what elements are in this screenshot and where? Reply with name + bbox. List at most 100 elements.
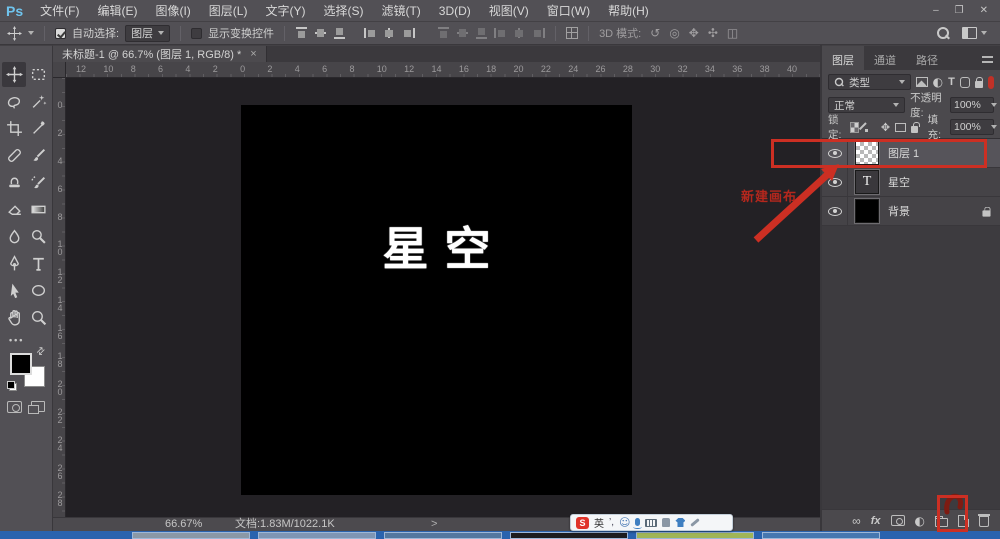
menu-item[interactable]: 文件(F)	[31, 4, 88, 18]
distribute-top-icon[interactable]	[437, 27, 450, 39]
blend-mode-dropdown[interactable]: 正常	[828, 97, 906, 113]
delete-layer-icon[interactable]	[978, 514, 990, 527]
menu-item[interactable]: 文字(Y)	[256, 4, 314, 18]
menu-item[interactable]: 图像(I)	[146, 4, 199, 18]
workspace-switcher[interactable]	[962, 27, 987, 39]
menu-item[interactable]: 编辑(E)	[88, 4, 146, 18]
eraser-tool[interactable]	[2, 197, 26, 222]
distribute-vertical-icon[interactable]	[456, 27, 469, 39]
menu-item[interactable]: 滤镜(T)	[372, 4, 429, 18]
filter-pixel-layers-icon[interactable]	[915, 77, 928, 87]
fill-dropdown[interactable]: 100%	[950, 119, 997, 135]
magic-wand-tool[interactable]	[26, 89, 50, 114]
layer-thumbnail[interactable]	[855, 199, 879, 223]
layer-name[interactable]: 星空	[888, 174, 1000, 190]
tool-preset-chevron[interactable]	[28, 31, 34, 35]
canvas[interactable]: 星空	[241, 105, 632, 495]
3d-mode-icon[interactable]: ✥	[689, 27, 699, 39]
menu-item[interactable]: 图层(L)	[200, 4, 257, 18]
move-tool[interactable]	[2, 62, 26, 87]
close-button[interactable]: ✕	[980, 5, 988, 16]
microphone-icon[interactable]	[633, 517, 643, 529]
align-left-edges-icon[interactable]	[364, 27, 377, 39]
distribute-horizontal-icon[interactable]	[513, 27, 526, 39]
lock-artboard-icon[interactable]	[895, 122, 907, 132]
windows-taskbar[interactable]	[0, 531, 1000, 539]
skin-icon[interactable]	[675, 518, 686, 527]
lock-all-icon[interactable]	[911, 121, 920, 133]
distribute-right-icon[interactable]	[532, 27, 546, 39]
handwriting-icon[interactable]	[662, 518, 671, 527]
gradient-tool[interactable]	[26, 197, 50, 222]
document-tab[interactable]: 未标题-1 @ 66.7% (图层 1, RGB/8) * ×	[53, 46, 267, 62]
soft-keyboard-icon[interactable]	[645, 518, 658, 527]
search-icon[interactable]	[936, 26, 950, 40]
3d-mode-icon[interactable]: ↺	[650, 27, 660, 39]
layer-name[interactable]: 背景	[888, 203, 982, 219]
menu-item[interactable]: 帮助(H)	[599, 4, 658, 18]
eyedropper-tool[interactable]	[26, 116, 50, 141]
blur-tool[interactable]	[2, 224, 26, 249]
align-horizontal-centers-icon[interactable]	[383, 27, 396, 39]
taskbar-thumbnail[interactable]	[132, 531, 250, 539]
add-mask-icon[interactable]	[890, 515, 905, 526]
path-selection-tool[interactable]	[2, 278, 26, 303]
layer-style-icon[interactable]: fx	[871, 515, 881, 527]
lock-image-pixels-icon[interactable]	[864, 121, 876, 133]
layer-thumbnail[interactable]: T	[855, 170, 879, 194]
default-colors-icon[interactable]	[7, 381, 17, 391]
healing-brush-tool[interactable]	[2, 143, 26, 168]
taskbar-thumbnail[interactable]	[384, 531, 502, 539]
align-right-edges-icon[interactable]	[402, 27, 416, 39]
tab-close-icon[interactable]: ×	[250, 48, 256, 60]
pen-tool[interactable]	[2, 251, 26, 276]
marquee-tool[interactable]	[26, 62, 50, 87]
zoom-level[interactable]: 66.67%	[165, 518, 202, 531]
type-tool[interactable]	[26, 251, 50, 276]
screen-mode-icon[interactable]	[28, 401, 45, 414]
distribute-left-icon[interactable]	[494, 27, 507, 39]
toolbar-overflow-dots[interactable]: •••	[0, 330, 52, 347]
layer-row-background[interactable]: 背景	[822, 197, 1000, 226]
opacity-dropdown[interactable]: 100%	[950, 97, 997, 113]
3d-mode-icon[interactable]: ◎	[669, 27, 679, 39]
filter-shape-layers-icon[interactable]	[959, 76, 970, 88]
align-bottom-edges-icon[interactable]	[333, 27, 346, 39]
history-brush-tool[interactable]	[26, 170, 50, 195]
link-layers-icon[interactable]: ∞	[852, 515, 861, 527]
lock-position-icon[interactable]: ✥	[881, 122, 890, 133]
filter-smart-objects-icon[interactable]	[974, 76, 984, 88]
crop-tool[interactable]	[2, 116, 26, 141]
visibility-toggle[interactable]	[822, 197, 848, 225]
tab-layers[interactable]: 图层	[822, 46, 864, 70]
status-chevron[interactable]: >	[431, 518, 437, 531]
adjustment-layer-icon[interactable]: ◐	[915, 515, 925, 527]
ime-language-toggle[interactable]: 英	[594, 515, 604, 530]
menu-item[interactable]: 选择(S)	[314, 4, 372, 18]
show-transform-checkbox[interactable]	[191, 27, 203, 39]
ime-punctuation-toggle[interactable]: ’,	[609, 517, 614, 528]
settings-wrench-icon[interactable]	[690, 518, 701, 527]
filter-type-layers-icon[interactable]: T	[948, 76, 955, 88]
lock-transparent-pixels-icon[interactable]	[850, 121, 859, 133]
clone-stamp-tool[interactable]	[2, 170, 26, 195]
filter-adjustment-layers-icon[interactable]: ◐	[933, 76, 943, 88]
3d-mode-icon[interactable]: ✣	[708, 27, 718, 39]
restore-button[interactable]: ❐	[955, 5, 964, 16]
panel-menu-icon[interactable]	[982, 56, 993, 63]
taskbar-thumbnail[interactable]	[636, 531, 754, 539]
hand-tool[interactable]	[2, 305, 26, 330]
layer-filter-dropdown[interactable]: 类型	[828, 74, 911, 90]
foreground-color-swatch[interactable]	[10, 353, 32, 375]
auto-align-layers-icon[interactable]	[566, 27, 579, 39]
zoom-tool[interactable]	[26, 305, 50, 330]
filter-toggle[interactable]	[987, 75, 994, 89]
menu-item[interactable]: 3D(D)	[430, 4, 480, 18]
layer-row-text[interactable]: T 星空	[822, 168, 1000, 197]
menu-item[interactable]: 视图(V)	[480, 4, 538, 18]
auto-select-dropdown[interactable]: 图层	[125, 24, 171, 42]
shape-tool[interactable]	[26, 278, 50, 303]
auto-select-checkbox[interactable]	[55, 27, 66, 39]
brush-tool[interactable]	[26, 143, 50, 168]
sogou-logo-icon[interactable]: S	[576, 516, 589, 529]
